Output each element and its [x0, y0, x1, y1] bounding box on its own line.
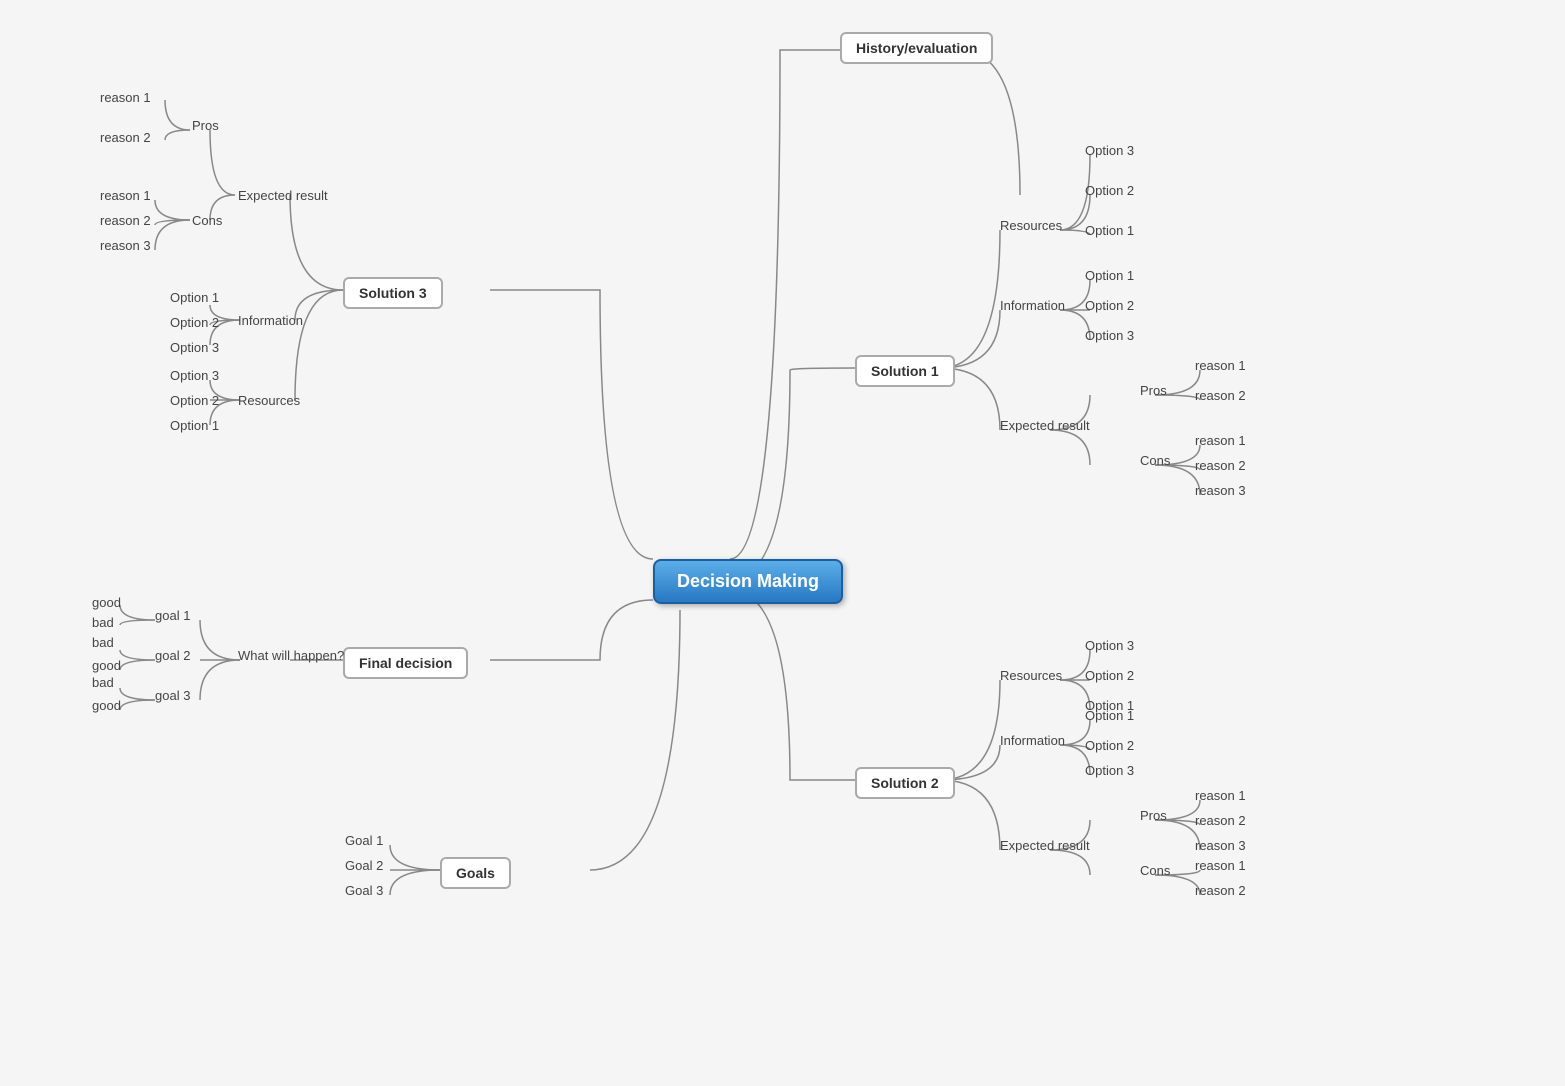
goals-node: Goals	[440, 857, 511, 889]
s1-cons: Cons	[1140, 453, 1170, 468]
s2-res-opt2: Option 2	[1085, 668, 1134, 683]
s2-info-opt3: Option 3	[1085, 763, 1134, 778]
s2-pros-r1: reason 1	[1195, 788, 1246, 803]
goal1-good: good	[92, 595, 121, 610]
s1-pros-r2: reason 2	[1195, 388, 1246, 403]
s3-cons-r3: reason 3	[100, 238, 151, 253]
s2-cons-r1: reason 1	[1195, 858, 1246, 873]
s1-info-opt2: Option 2	[1085, 298, 1134, 313]
s3-cons: Cons	[192, 213, 222, 228]
s1-res-opt2: Option 2	[1085, 183, 1134, 198]
s3-information: Information	[238, 313, 303, 328]
goal-3: Goal 3	[345, 883, 383, 898]
s2-pros-r2: reason 2	[1195, 813, 1246, 828]
solution3-label: Solution 3	[343, 277, 443, 309]
final-decision-label: Final decision	[343, 647, 468, 679]
s1-pros-r1: reason 1	[1195, 358, 1246, 373]
center-label: Decision Making	[653, 559, 843, 604]
s2-res-opt3: Option 3	[1085, 638, 1134, 653]
s2-pros: Pros	[1140, 808, 1167, 823]
solution2-node: Solution 2	[855, 767, 955, 799]
solution1-node: Solution 1	[855, 355, 955, 387]
solution2-label: Solution 2	[855, 767, 955, 799]
goal1-bad: bad	[92, 615, 114, 630]
goal2-good: good	[92, 658, 121, 673]
what-will-happen: What will happen?	[238, 648, 344, 663]
s1-expected-result: Expected result	[1000, 418, 1090, 433]
s3-pros-r2: reason 2	[100, 130, 151, 145]
s1-res-opt1: Option 1	[1085, 223, 1134, 238]
s1-pros: Pros	[1140, 383, 1167, 398]
s2-pros-r3: reason 3	[1195, 838, 1246, 853]
s2-information: Information	[1000, 733, 1065, 748]
s1-information: Information	[1000, 298, 1065, 313]
s3-cons-r1: reason 1	[100, 188, 151, 203]
goal1: goal 1	[155, 608, 190, 623]
s3-resources: Resources	[238, 393, 300, 408]
s3-res-opt1: Option 3	[170, 368, 219, 383]
goal3-bad: bad	[92, 675, 114, 690]
s2-cons-r2: reason 2	[1195, 883, 1246, 898]
final-decision-node: Final decision	[343, 647, 468, 679]
goal3-good: good	[92, 698, 121, 713]
s2-resources: Resources	[1000, 668, 1062, 683]
s1-resources: Resources	[1000, 218, 1062, 233]
s1-cons-r3: reason 3	[1195, 483, 1246, 498]
s1-info-opt1: Option 1	[1085, 268, 1134, 283]
s3-info-opt2: Option 2	[170, 315, 219, 330]
s3-expected-result: Expected result	[238, 188, 328, 203]
s3-pros-r1: reason 1	[100, 90, 151, 105]
history-eval-node: History/evaluation	[840, 32, 993, 64]
s2-expected-result: Expected result	[1000, 838, 1090, 853]
s3-res-opt2: Option 2	[170, 393, 219, 408]
s3-cons-r2: reason 2	[100, 213, 151, 228]
goal2-bad: bad	[92, 635, 114, 650]
goal-1: Goal 1	[345, 833, 383, 848]
s2-cons: Cons	[1140, 863, 1170, 878]
goal3: goal 3	[155, 688, 190, 703]
center-node: Decision Making	[653, 559, 843, 604]
solution3-node: Solution 3	[343, 277, 443, 309]
s1-info-opt3: Option 3	[1085, 328, 1134, 343]
goals-label: Goals	[440, 857, 511, 889]
solution1-label: Solution 1	[855, 355, 955, 387]
history-eval-label: History/evaluation	[840, 32, 993, 64]
s2-info-opt2: Option 2	[1085, 738, 1134, 753]
goal-2: Goal 2	[345, 858, 383, 873]
s3-res-opt3: Option 1	[170, 418, 219, 433]
s3-info-opt1: Option 1	[170, 290, 219, 305]
s1-cons-r2: reason 2	[1195, 458, 1246, 473]
s3-info-opt3: Option 3	[170, 340, 219, 355]
goal2: goal 2	[155, 648, 190, 663]
s3-pros: Pros	[192, 118, 219, 133]
s2-info-opt1: Option 1	[1085, 708, 1134, 723]
s1-cons-r1: reason 1	[1195, 433, 1246, 448]
s1-res-opt3: Option 3	[1085, 143, 1134, 158]
